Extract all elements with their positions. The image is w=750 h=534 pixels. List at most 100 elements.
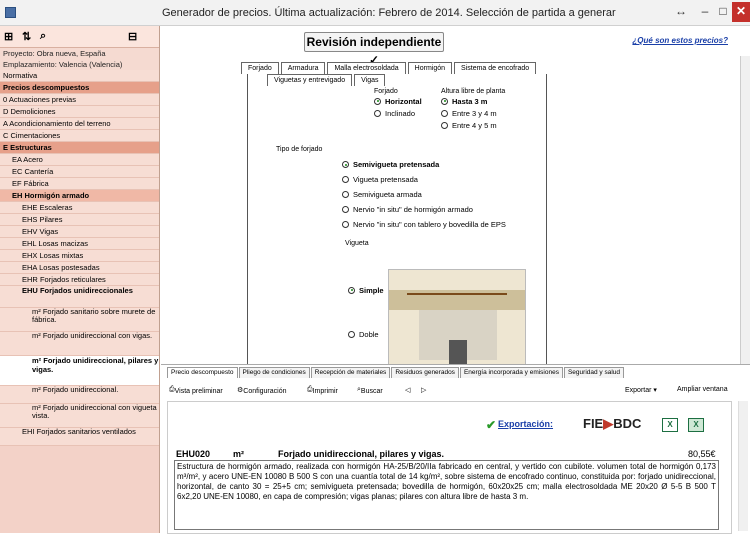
radio-semivigueta-armada[interactable]: Semivigueta armada — [342, 187, 506, 202]
item-title: Forjado unidireccional, pilares y vigas. — [278, 449, 445, 459]
main-scrollbar[interactable] — [740, 56, 750, 376]
tab-encofrado[interactable]: Sistema de encofrado — [454, 62, 537, 74]
item-price: 80,55€ — [688, 449, 716, 459]
preview-button[interactable]: ⎙ Vista preliminar — [169, 386, 223, 395]
project-info: Proyecto: Obra nueva, España — [0, 48, 159, 59]
radio-doble[interactable]: Doble — [348, 328, 384, 340]
radio-nervio-eps[interactable]: Nervio "in situ" con tablero y bovedilla… — [342, 217, 506, 232]
forjado-group: Forjado Horizontal Inclinado — [374, 88, 422, 119]
sidebar-item-hormigon[interactable]: EH Hormigón armado — [0, 190, 159, 202]
sidebar-item[interactable]: EC Cantería — [0, 166, 159, 178]
expand-window-button[interactable]: Ampliar ventana — [677, 386, 728, 393]
vigueta-group: Simple Doble — [348, 284, 384, 340]
fie-bdc-logo[interactable]: FIE▶BDC — [583, 416, 641, 432]
altura-group: Altura libre de planta Hasta 3 m Entre 3… — [441, 88, 505, 131]
bottom-tab-bar: Precio descompuesto Pliego de condicione… — [167, 367, 625, 378]
review-button[interactable]: Revisión independiente ✓ — [304, 32, 444, 67]
subtab-viguetas[interactable]: Viguetas y entrevigado — [267, 74, 353, 86]
maximize-button[interactable]: □ — [714, 2, 732, 22]
altura-title: Altura libre de planta — [441, 88, 506, 95]
document-scrollbar[interactable] — [738, 401, 748, 531]
item-code: EHU020 — [176, 449, 211, 459]
radio-simple[interactable]: Simple — [348, 284, 384, 296]
sidebar-item[interactable]: D Demoliciones — [0, 106, 159, 118]
radio-semivigueta-pretensada[interactable]: Semivigueta pretensada — [342, 157, 506, 172]
radio-entre-4-5m[interactable]: Entre 4 y 5 m — [441, 119, 505, 131]
forjado-illustration — [388, 269, 526, 375]
sidebar-item[interactable]: EA Acero — [0, 154, 159, 166]
radio-horizontal[interactable]: Horizontal — [374, 95, 422, 107]
sidebar: ⊞ ⇅ ⌕ ⊟ Proyecto: Obra nueva, España Emp… — [0, 26, 160, 533]
main-panel: Revisión independiente ✓ ¿Qué son estos … — [161, 26, 750, 534]
export-button[interactable]: Exportar ▾ — [625, 386, 657, 394]
sidebar-item[interactable]: EHX Losas mixtas — [0, 250, 159, 262]
vigueta-title: Vigueta — [345, 240, 369, 247]
restore-icon[interactable]: ↔ — [668, 2, 694, 22]
subtab-bar: Viguetas y entrevigado Vigas — [267, 74, 387, 86]
excel-icon[interactable]: X — [662, 418, 678, 432]
tree-icon[interactable]: ⊞ — [4, 30, 13, 43]
sidebar-item[interactable]: C Cimentaciones — [0, 130, 159, 142]
sidebar-item[interactable]: EHS Pilares — [0, 214, 159, 226]
sidebar-item[interactable]: 0 Actuaciones previas — [0, 94, 159, 106]
tab-energia[interactable]: Energía incorporada y emisiones — [459, 367, 563, 378]
sidebar-item[interactable]: m² Forjado unidireccional. — [0, 386, 159, 404]
sidebar-item[interactable]: EHV Vigas — [0, 226, 159, 238]
sidebar-item-normativa[interactable]: Normativa — [0, 70, 159, 82]
export-link[interactable]: Exportación: — [498, 419, 553, 429]
sidebar-item-estructuras[interactable]: E Estructuras — [0, 142, 159, 154]
sort-icon[interactable]: ⇅ — [22, 30, 31, 43]
sidebar-item[interactable]: EHL Losas macizas — [0, 238, 159, 250]
tab-seguridad[interactable]: Seguridad y salud — [563, 367, 625, 378]
tab-pliego[interactable]: Pliego de condiciones — [238, 367, 310, 378]
title-bar: Generador de precios. Última actualizaci… — [0, 0, 750, 26]
radio-nervio-in-situ[interactable]: Nervio "in situ" de hormigón armado — [342, 202, 506, 217]
tipo-title: Tipo de forjado — [276, 146, 323, 153]
tab-forjado[interactable]: Forjado — [241, 62, 279, 74]
app-icon — [5, 7, 16, 18]
sidebar-item[interactable]: EHE Escaleras — [0, 202, 159, 214]
check-icon: ✔ — [486, 418, 497, 432]
tab-precio-descompuesto[interactable]: Precio descompuesto — [167, 367, 238, 378]
collapse-icon[interactable]: ⊟ — [128, 30, 137, 43]
tab-bar: Forjado Armadura Malla electrosoldada Ho… — [241, 62, 538, 74]
subtab-vigas[interactable]: Vigas — [354, 74, 386, 86]
sidebar-item[interactable]: EHR Forjados reticulares — [0, 274, 159, 286]
minimize-button[interactable]: – — [696, 2, 714, 22]
document-view: ✔ Exportación: FIE▶BDC X X EHU020 m² For… — [167, 401, 732, 534]
prev-button[interactable]: ◁ — [405, 386, 410, 394]
bottom-panel: Precio descompuesto Pliego de condicione… — [161, 364, 750, 534]
sidebar-item-precios[interactable]: Precios descompuestos — [0, 82, 159, 94]
radio-entre-3-4m[interactable]: Entre 3 y 4 m — [441, 107, 505, 119]
next-button[interactable]: ▷ — [421, 386, 426, 394]
window-title: Generador de precios. Última actualizaci… — [162, 7, 616, 19]
tab-residuos[interactable]: Residuos generados — [391, 367, 459, 378]
radio-hasta-3m[interactable]: Hasta 3 m — [441, 95, 505, 107]
tab-armadura[interactable]: Armadura — [280, 62, 326, 74]
tab-hormigon[interactable]: Hormigón — [407, 62, 453, 74]
config-button[interactable]: ⚙ Configuración — [237, 386, 286, 395]
close-button[interactable]: ✕ — [732, 2, 750, 22]
tab-malla[interactable]: Malla electrosoldada — [327, 62, 406, 74]
sidebar-item[interactable]: A Acondicionamiento del terreno — [0, 118, 159, 130]
print-button[interactable]: ⎙ Imprimir — [307, 386, 338, 395]
sidebar-item[interactable]: EHI Forjados sanitarios ventilados — [0, 428, 159, 446]
excel-alt-icon[interactable]: X — [688, 418, 704, 432]
search-button[interactable]: ⌕ Buscar — [357, 386, 383, 395]
forjado-title: Forjado — [374, 88, 398, 95]
sidebar-item[interactable]: EF Fábrica — [0, 178, 159, 190]
sidebar-item[interactable]: EHA Losas postesadas — [0, 262, 159, 274]
prices-help-link[interactable]: ¿Qué son estos precios? — [632, 36, 728, 45]
sidebar-item[interactable]: m² Forjado unidireccional con vigueta vi… — [0, 404, 159, 428]
binoculars-icon[interactable]: ⌕ — [40, 30, 46, 43]
radio-inclinado[interactable]: Inclinado — [374, 107, 422, 119]
location-info: Emplazamiento: Valencia (Valencia) — [0, 59, 159, 70]
sidebar-item-forjados-unidireccionales[interactable]: EHU Forjados unidireccionales — [0, 286, 159, 308]
radio-vigueta-pretensada[interactable]: Vigueta pretensada — [342, 172, 506, 187]
sidebar-item[interactable]: m² Forjado unidireccional con vigas. — [0, 332, 159, 356]
bottom-toolbar: ⎙ Vista preliminar ⚙ Configuración ⎙ Imp… — [167, 384, 747, 398]
tab-recepcion[interactable]: Recepción de materiales — [310, 367, 391, 378]
sidebar-toolbar: ⊞ ⇅ ⌕ ⊟ — [0, 26, 159, 48]
sidebar-item[interactable]: m² Forjado sanitario sobre murete de fáb… — [0, 308, 159, 332]
sidebar-item-selected[interactable]: m² Forjado unidireccional, pilares y vig… — [0, 356, 159, 386]
